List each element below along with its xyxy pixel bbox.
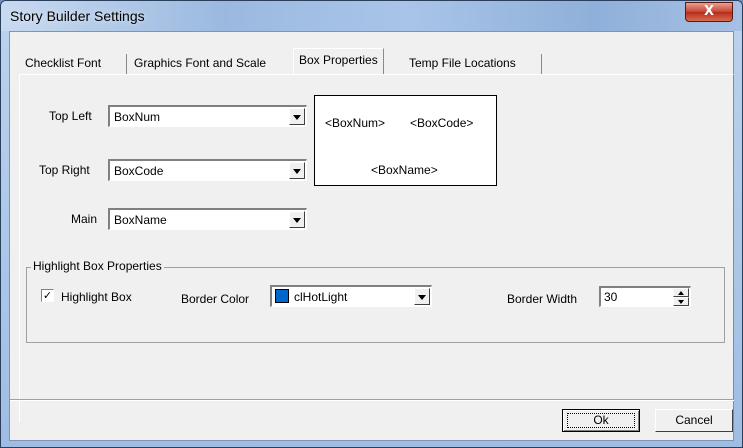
preview-main: <BoxName>	[371, 163, 438, 177]
cancel-button[interactable]: Cancel	[655, 409, 733, 432]
color-swatch	[275, 289, 289, 303]
tab-graphics-font-and-scale[interactable]: Graphics Font and Scale	[129, 52, 271, 74]
dialog-client-area: Checklist Font Graphics Font and Scale B…	[9, 31, 734, 441]
window-title: Story Builder Settings	[10, 8, 145, 24]
top-right-value: BoxCode	[114, 164, 164, 178]
chevron-down-icon[interactable]	[289, 108, 305, 125]
border-color-value: clHotLight	[294, 290, 348, 304]
chevron-down-icon[interactable]	[289, 211, 305, 228]
tab-temp-file-locations[interactable]: Temp File Locations	[404, 52, 521, 74]
tab-checklist-font[interactable]: Checklist Font	[20, 52, 106, 74]
border-color-label: Border Color	[181, 292, 250, 306]
main-dropdown[interactable]: BoxName	[108, 208, 307, 230]
tab-box-properties[interactable]: Box Properties	[293, 48, 384, 75]
chevron-down-icon[interactable]	[414, 288, 430, 305]
main-value: BoxName	[114, 213, 167, 227]
highlight-box-label[interactable]: Highlight Box	[61, 290, 132, 304]
border-color-dropdown[interactable]: clHotLight	[270, 285, 432, 307]
cancel-button-label: Cancel	[675, 413, 713, 427]
main-label: Main	[71, 212, 98, 226]
tab-separator	[541, 54, 542, 74]
top-right-dropdown[interactable]: BoxCode	[108, 159, 307, 181]
triangle-up-icon[interactable]	[673, 288, 689, 297]
triangle-down-icon[interactable]	[673, 297, 689, 306]
focus-rect	[567, 413, 635, 428]
border-width-value[interactable]: 30	[604, 290, 617, 304]
preview-top-right: <BoxCode>	[410, 116, 474, 130]
border-width-spinner[interactable]: 30	[599, 286, 691, 307]
group-title: Highlight Box Properties	[31, 259, 164, 273]
top-right-label: Top Right	[39, 163, 90, 177]
close-button[interactable]: X	[685, 2, 733, 22]
settings-window: Story Builder Settings X Checklist Font …	[0, 0, 743, 448]
title-bar[interactable]: Story Builder Settings X	[1, 1, 742, 31]
box-preview: <BoxNum> <BoxCode> <BoxName>	[314, 95, 497, 186]
ok-button[interactable]: Ok	[562, 409, 640, 432]
top-left-dropdown[interactable]: BoxNum	[108, 105, 307, 127]
footer-divider	[10, 399, 734, 401]
chevron-down-icon[interactable]	[289, 162, 305, 179]
preview-top-left: <BoxNum>	[325, 116, 386, 130]
top-left-value: BoxNum	[114, 110, 161, 124]
top-left-label: Top Left	[49, 109, 92, 123]
highlight-box-checkbox[interactable]: ✓	[41, 289, 54, 302]
border-width-label: Border Width	[507, 292, 578, 306]
tab-separator	[126, 54, 127, 74]
